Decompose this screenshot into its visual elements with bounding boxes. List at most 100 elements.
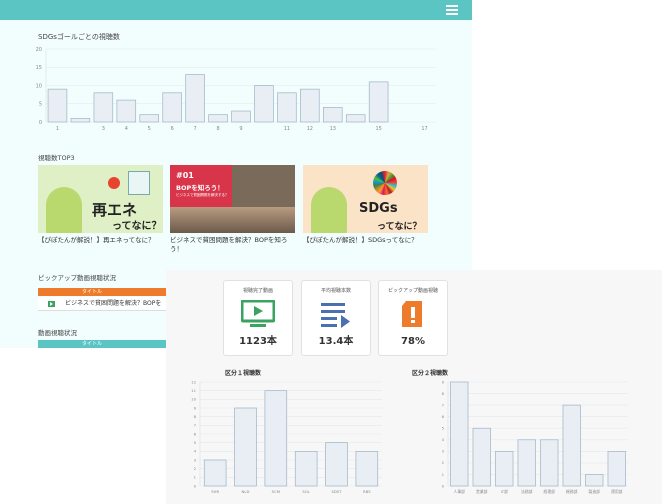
- stat-value: 1123本: [239, 336, 277, 347]
- x-tick-label: NLD: [242, 489, 250, 494]
- bar: [517, 439, 536, 487]
- bar: [277, 92, 297, 123]
- stat-value: 13.4本: [318, 336, 354, 347]
- x-tick-label: SCM: [272, 489, 280, 494]
- top3-title: 視聴数TOP3: [38, 154, 75, 162]
- y-tick-label: 3: [442, 449, 445, 454]
- y-tick-label: 5: [194, 440, 197, 445]
- video-thumbnail-2[interactable]: #01 BOPを知ろう！ ビジネスで貧困問題を解決する？: [170, 165, 295, 233]
- stat-title: ピックアップ動画視聴: [387, 288, 438, 294]
- category2-bar-chart: 0 1 2 3 4 5 6 7 8 9 人事部 営業部 IT部 法務部 経理部 総務部 製造部 運用部: [442, 379, 628, 494]
- top-navbar: [0, 0, 472, 20]
- y-tick-label: 5: [39, 102, 42, 108]
- x-tick-label: RBS: [363, 489, 371, 494]
- y-tick-label: 1: [442, 472, 445, 477]
- video-caption-1[interactable]: 【ぴぽたんが解説！】再エネってなに？: [38, 236, 166, 245]
- stat-card-average: 平均視聴本数 13.4本: [301, 280, 371, 356]
- y-tick-label: 1: [194, 475, 197, 480]
- x-tick-label: 12: [307, 126, 313, 132]
- bar: [294, 450, 318, 487]
- video-caption-2[interactable]: ビジネスで貧困問題を解決？BOPを知ろう！: [170, 236, 298, 254]
- x-tick-label: IT部: [501, 489, 508, 494]
- y-tick-label: 4: [442, 437, 445, 442]
- thumbnail-subline: ってなに？: [377, 222, 422, 232]
- bar: [208, 114, 228, 123]
- x-tick-label: SGL: [302, 489, 310, 494]
- category2-chart-title: 区分２視聴数: [412, 370, 449, 377]
- thumbnail-number: #01: [176, 171, 194, 180]
- stat-title: 視聴完了動画: [242, 288, 273, 294]
- x-tick-label: 8: [216, 126, 219, 132]
- y-tick-label: 0: [194, 483, 197, 488]
- stat-card-completed: 視聴完了動画 1123本: [223, 280, 293, 356]
- bar: [234, 407, 257, 487]
- bar: [93, 92, 114, 123]
- y-tick-label: 5: [442, 426, 445, 431]
- y-tick-label: 11: [191, 388, 196, 393]
- x-tick-label: 11: [284, 126, 290, 132]
- bar: [540, 439, 559, 487]
- bar: [139, 114, 159, 123]
- thumbnail-headline: SDGs: [359, 201, 398, 216]
- y-tick-label: 6: [194, 431, 197, 436]
- x-tick-label: 3: [102, 126, 105, 132]
- y-tick-label: 10: [36, 83, 42, 89]
- bar: [231, 110, 251, 123]
- x-tick-label: 4: [125, 126, 128, 132]
- video-thumbnail-1[interactable]: 再エネ ってなに？: [38, 165, 163, 233]
- bar: [47, 88, 68, 123]
- bar: [355, 450, 379, 487]
- y-tick-label: 3: [194, 457, 197, 462]
- bar: [264, 390, 288, 487]
- pickup-table-row[interactable]: ビジネスで貧困問題を解決？BOPを: [38, 297, 166, 311]
- category1-chart-title: 区分１視聴数: [225, 370, 262, 377]
- y-tick-label: 4: [194, 449, 197, 454]
- bar: [607, 450, 626, 487]
- x-tick-label: 13: [330, 126, 336, 132]
- x-tick-label: 製造部: [589, 489, 601, 494]
- exclamation-card-icon: [402, 301, 422, 327]
- sun-icon: [108, 177, 120, 189]
- y-tick-label: 2: [442, 460, 445, 465]
- thumbnail-subline: ビジネスで貧困問題を解決する？: [176, 193, 229, 197]
- video-caption-3[interactable]: 【ぴぽたんが解説！】SDGsってなに？: [303, 236, 431, 245]
- y-tick-label: 6: [442, 414, 445, 419]
- x-tick-label: 6: [171, 126, 174, 132]
- bar: [368, 81, 389, 123]
- y-tick-label: 20: [36, 47, 42, 53]
- stat-card-pickup: ピックアップ動画視聴 78%: [378, 280, 448, 356]
- x-tick-label: 総務部: [566, 489, 578, 494]
- thumbnail-subline: ってなに？: [112, 221, 162, 232]
- x-tick-label: 7: [194, 126, 197, 132]
- y-tick-label: 10: [191, 397, 196, 402]
- viewing-table-header: タイトル: [38, 340, 166, 348]
- character-illustration: [46, 187, 82, 233]
- bar: [450, 381, 469, 487]
- stat-value: 78%: [401, 336, 425, 347]
- y-tick-label: 7: [194, 423, 197, 428]
- y-tick-label: 15: [36, 65, 42, 71]
- video-thumbnail-3[interactable]: SDGs ってなに？: [303, 165, 428, 233]
- list-arrow-icon: [321, 303, 350, 328]
- y-tick-label: 9: [194, 405, 197, 410]
- y-tick-label: 9: [442, 379, 445, 384]
- bar: [562, 404, 581, 487]
- sdg-bar-chart: 051015201 3 4 5 6 7 8 9 11 12 13 15 17: [36, 47, 436, 132]
- x-tick-label: 9: [239, 126, 242, 132]
- x-tick-label: 1: [56, 126, 59, 132]
- y-tick-label: 8: [442, 391, 445, 396]
- bar: [300, 88, 320, 123]
- bar: [495, 450, 514, 487]
- thumbnail-headline: BOPを知ろう！: [176, 184, 224, 192]
- hamburger-icon[interactable]: [446, 5, 458, 15]
- bar: [325, 442, 348, 487]
- y-tick-label: 7: [442, 402, 445, 407]
- x-tick-label: 法務部: [521, 489, 533, 494]
- stat-title: 平均視聴本数: [320, 288, 351, 294]
- sdg-chart-title: SDGsゴールごとの視聴数: [38, 33, 120, 41]
- bar: [116, 99, 137, 123]
- y-tick-label: 2: [194, 466, 197, 471]
- pickup-title: ピックアップ動画視聴状況: [38, 274, 116, 282]
- bar: [472, 427, 491, 487]
- x-tick-label: 営業部: [476, 489, 488, 494]
